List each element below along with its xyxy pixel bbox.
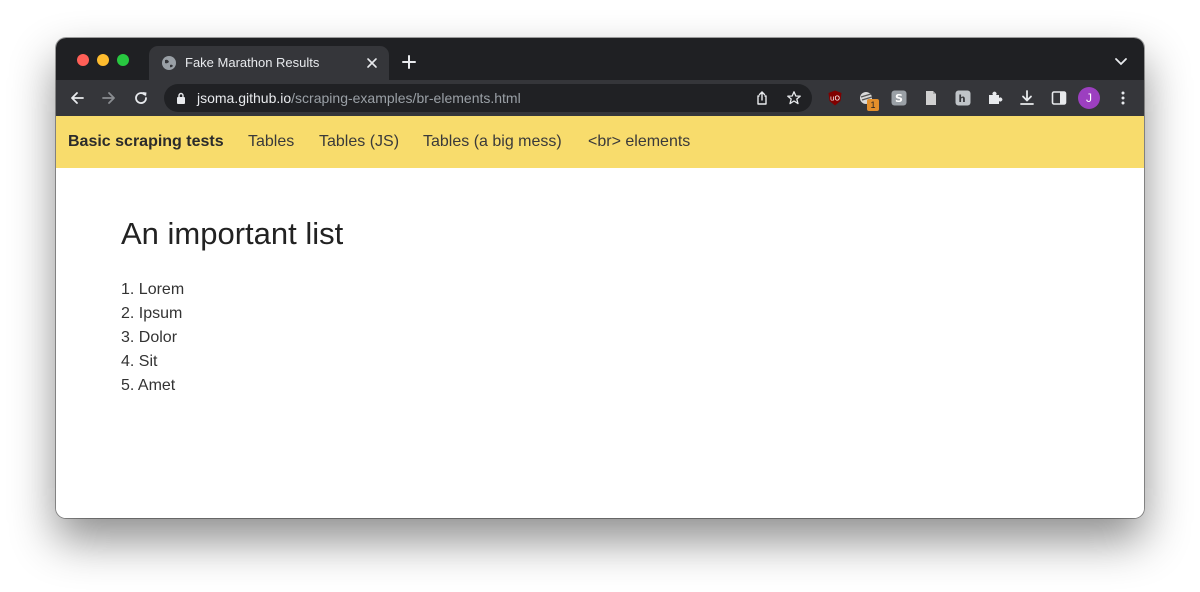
star-icon[interactable] bbox=[786, 90, 802, 106]
browser-tab[interactable]: Fake Marathon Results bbox=[149, 46, 389, 80]
nav-link-br-elements[interactable]: <br> elements bbox=[588, 133, 690, 151]
svg-text:h: h bbox=[958, 94, 965, 105]
nav-link-tables-js[interactable]: Tables (JS) bbox=[319, 133, 399, 151]
nav-link-tables[interactable]: Tables bbox=[248, 133, 294, 151]
address-bar[interactable]: jsoma.github.io/scraping-examples/br-ele… bbox=[164, 84, 812, 112]
chevron-down-icon[interactable] bbox=[1114, 57, 1128, 67]
nav-link-tables-big-mess[interactable]: Tables (a big mess) bbox=[423, 133, 562, 151]
minimize-window-button[interactable] bbox=[97, 54, 109, 66]
url-host: jsoma.github.io bbox=[197, 90, 292, 106]
list-item: 5. Amet bbox=[121, 377, 176, 394]
share-icon[interactable] bbox=[754, 90, 770, 106]
extension-badge: 1 bbox=[867, 99, 879, 111]
url-text: jsoma.github.io/scraping-examples/br-ele… bbox=[197, 90, 521, 106]
reload-icon[interactable] bbox=[132, 89, 150, 107]
download-icon[interactable] bbox=[1018, 89, 1036, 107]
close-window-button[interactable] bbox=[77, 54, 89, 66]
ublock-icon[interactable]: uO bbox=[826, 89, 844, 107]
extension-with-badge[interactable]: 1 bbox=[858, 89, 880, 111]
list-item: 4. Sit bbox=[121, 353, 158, 370]
page-heading: An important list bbox=[121, 216, 344, 251]
browser-toolbar: jsoma.github.io/scraping-examples/br-ele… bbox=[56, 80, 1144, 116]
new-tab-icon[interactable] bbox=[401, 54, 417, 70]
web-page: Basic scraping tests Tables Tables (JS) … bbox=[56, 116, 1144, 518]
list-item: 1. Lorem bbox=[121, 281, 185, 298]
globe-icon bbox=[162, 56, 176, 70]
profile-avatar[interactable]: J bbox=[1078, 87, 1100, 109]
puzzle-icon[interactable] bbox=[986, 89, 1004, 107]
svg-text:uO: uO bbox=[830, 95, 840, 103]
nav-brand-link[interactable]: Basic scraping tests bbox=[68, 133, 224, 151]
s-extension-icon[interactable]: S bbox=[890, 89, 908, 107]
important-list: 1. Lorem 2. Ipsum 3. Dolor 4. Sit 5. Ame… bbox=[121, 278, 184, 398]
h-extension-icon[interactable]: h bbox=[954, 89, 972, 107]
document-extension-icon[interactable] bbox=[922, 89, 940, 107]
back-arrow-icon[interactable] bbox=[68, 89, 86, 107]
lock-icon[interactable] bbox=[176, 92, 186, 104]
url-path: /scraping-examples/br-elements.html bbox=[291, 90, 521, 106]
tab-strip: Fake Marathon Results bbox=[56, 38, 1144, 80]
site-navbar: Basic scraping tests Tables Tables (JS) … bbox=[56, 116, 1144, 168]
side-panel-icon[interactable] bbox=[1050, 89, 1068, 107]
list-item: 3. Dolor bbox=[121, 329, 178, 346]
list-item: 2. Ipsum bbox=[121, 305, 183, 322]
close-tab-icon[interactable] bbox=[365, 56, 379, 70]
browser-window: Fake Marathon Results jsoma.github.io/sc… bbox=[56, 38, 1144, 518]
more-menu-icon[interactable] bbox=[1114, 89, 1132, 107]
forward-arrow-icon[interactable] bbox=[100, 89, 118, 107]
tab-title: Fake Marathon Results bbox=[185, 55, 320, 70]
svg-text:S: S bbox=[895, 92, 903, 105]
maximize-window-button[interactable] bbox=[117, 54, 129, 66]
